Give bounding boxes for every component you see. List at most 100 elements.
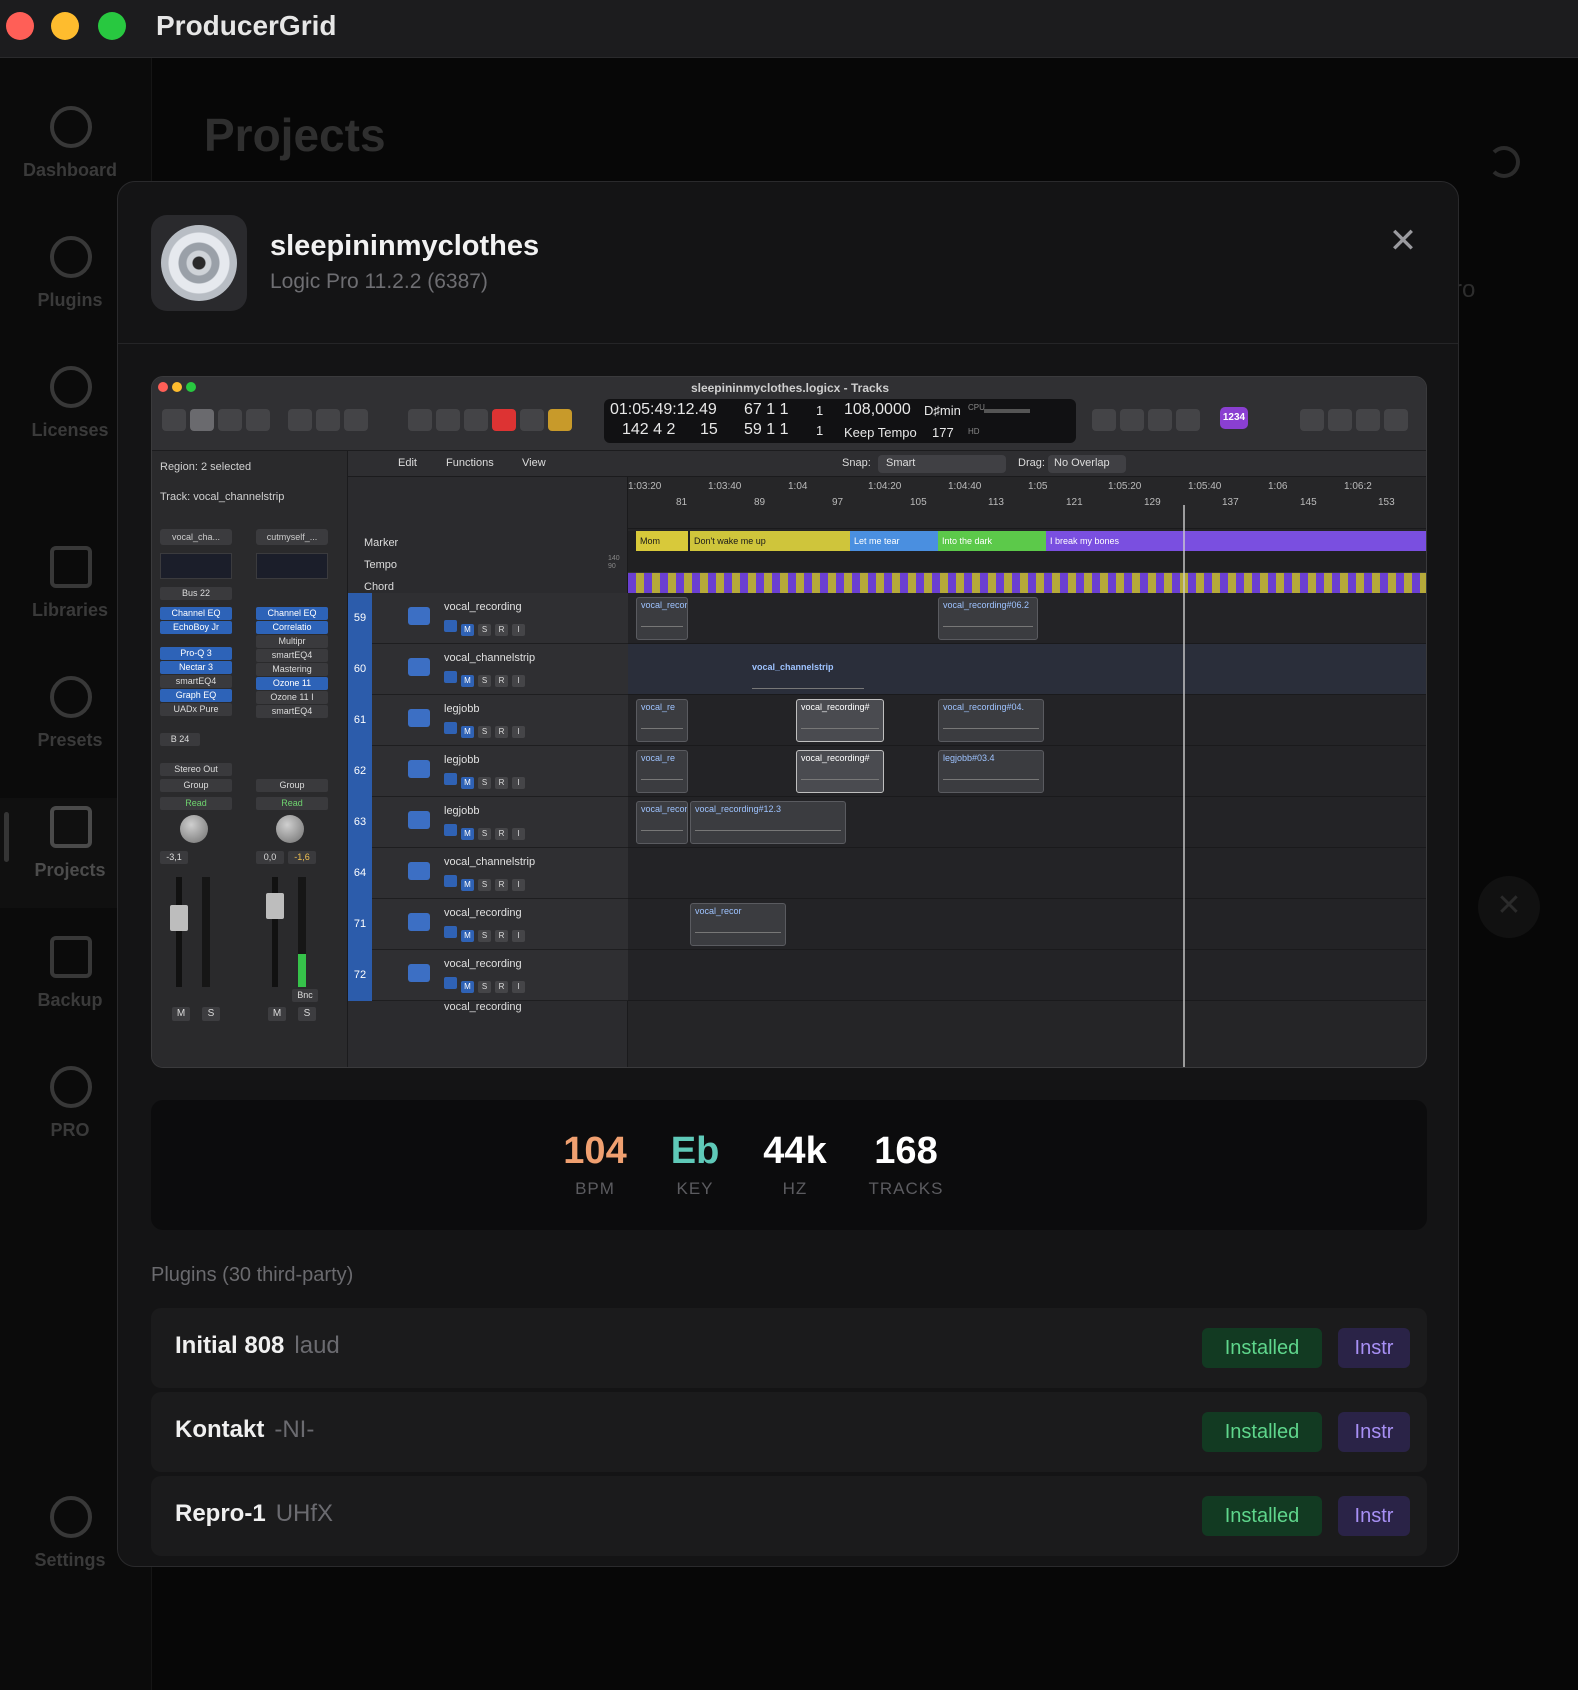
mute-button[interactable]: M	[461, 726, 474, 738]
track-name: legjobb	[444, 703, 480, 715]
track-lane: vocal_recor vocal_recording#12.3	[628, 797, 1426, 848]
mute-button[interactable]: M	[461, 624, 474, 636]
record-button[interactable]: R	[495, 777, 508, 789]
track-header[interactable]: 64 vocal_channelstrip M S R I	[348, 848, 628, 899]
record-button[interactable]: R	[495, 675, 508, 687]
track-lane: vocal_recor vocal_recording#06.2	[628, 593, 1426, 644]
stat-value: 168	[874, 1130, 938, 1172]
waveform-icon	[408, 913, 430, 931]
input-button[interactable]: I	[512, 624, 525, 636]
track-name: vocal_recording	[444, 907, 522, 919]
channel-strip-1: vocal_cha... Bus 22 Channel EQ EchoBoy J…	[152, 525, 240, 1067]
solo-button[interactable]: S	[478, 675, 491, 687]
mute-button[interactable]: M	[461, 777, 474, 789]
lcd-key: D♯min	[924, 403, 961, 418]
logic-window-title: sleepininmyclothes.logicx - Tracks	[690, 381, 890, 395]
plugin-slot: smartEQ4	[256, 649, 328, 662]
plugin-row[interactable]: Kontakt -NI- Installed Instr	[151, 1392, 1427, 1472]
playhead	[1183, 505, 1185, 1067]
input-button[interactable]: I	[512, 675, 525, 687]
power-icon	[444, 671, 457, 683]
track-buttons: MSRI	[444, 670, 529, 688]
record-button[interactable]: R	[495, 726, 508, 738]
power-icon	[444, 773, 457, 785]
project-detail-modal: sleepininmyclothes Logic Pro 11.2.2 (638…	[117, 181, 1459, 1567]
input-button[interactable]: I	[512, 930, 525, 942]
lcd-division: 177	[932, 425, 954, 440]
close-icon[interactable]: ✕	[1384, 222, 1422, 260]
solo-button[interactable]: S	[478, 726, 491, 738]
minimize-window-button[interactable]	[51, 12, 79, 40]
solo-button[interactable]: S	[478, 930, 491, 942]
title-bar: ProducerGrid	[0, 0, 1578, 58]
solo-button[interactable]: S	[478, 879, 491, 891]
audio-region: vocal_recording#	[796, 699, 884, 742]
solo-button[interactable]: S	[478, 624, 491, 636]
input-button[interactable]: I	[512, 828, 525, 840]
stat-hz: 44k HZ	[747, 1130, 843, 1199]
eq-thumbnail	[256, 553, 328, 579]
track-header[interactable]: 63 legjobb M S R I	[348, 797, 628, 848]
record-button[interactable]: R	[495, 624, 508, 636]
audio-region: vocal_re	[636, 750, 688, 793]
solo-button[interactable]: S	[478, 777, 491, 789]
track-header[interactable]: 60 vocal_channelstrip M S R I	[348, 644, 628, 695]
mute-button[interactable]: M	[461, 930, 474, 942]
close-window-button[interactable]	[6, 12, 34, 40]
plugin-slot: Ozone 11 I	[256, 691, 328, 704]
project-screenshot: sleepininmyclothes.logicx - Tracks 01:05…	[151, 376, 1427, 1068]
track-header[interactable]: 61 legjobb M S R I	[348, 695, 628, 746]
plugin-row[interactable]: Repro-1 UHfX Installed Instr	[151, 1476, 1427, 1556]
chord-lane	[628, 573, 1426, 593]
solo-button[interactable]: S	[478, 981, 491, 993]
input-button[interactable]: I	[512, 777, 525, 789]
play-icon	[464, 409, 488, 431]
mixer-icon	[316, 409, 340, 431]
key-icon	[50, 366, 92, 408]
waveform-icon	[408, 811, 430, 829]
notes-icon	[1328, 409, 1352, 431]
functions-menu: Functions	[446, 457, 494, 469]
lcd-display: 01:05:49:12.49 67 1 1 1 142 4 2 15 59 1 …	[604, 399, 1076, 443]
record-button[interactable]: R	[495, 930, 508, 942]
track-lane: vocal_recor	[628, 899, 1426, 950]
waveform-icon	[408, 709, 430, 727]
track-header[interactable]: 72 vocal_recording M S R I	[348, 950, 628, 1001]
drive-icon	[50, 936, 92, 978]
plugin-slot: Graph EQ	[160, 689, 232, 702]
plugin-row[interactable]: Initial 808 laud Installed Instr	[151, 1308, 1427, 1388]
mute-button[interactable]: M	[461, 828, 474, 840]
track-number: 63	[348, 797, 372, 848]
stat-tracks: 168 TRACKS	[851, 1130, 961, 1199]
pan-knob	[180, 815, 208, 843]
refresh-icon[interactable]	[1488, 146, 1520, 178]
record-button[interactable]: R	[495, 828, 508, 840]
record-button[interactable]: R	[495, 879, 508, 891]
track-header[interactable]: 71 vocal_recording M S R I	[348, 899, 628, 950]
input-button[interactable]: I	[512, 981, 525, 993]
inspector-track: Track: vocal_channelstrip	[160, 491, 285, 503]
track-lane: vocal_re vocal_recording# legjobb#03.4	[628, 746, 1426, 797]
input-button[interactable]: I	[512, 879, 525, 891]
mute-button[interactable]: M	[461, 879, 474, 891]
group-slot: Group	[160, 779, 232, 792]
plugin-type-badge: Instr	[1338, 1328, 1410, 1368]
mute-button[interactable]: M	[461, 675, 474, 687]
track-header[interactable]: 62 legjobb M S R I	[348, 746, 628, 797]
plugin-vendor: UHfX	[275, 1500, 334, 1527]
level-meter	[202, 877, 210, 987]
bounce-slot: Bnc	[292, 989, 318, 1002]
folder-icon	[50, 546, 92, 588]
record-button[interactable]: R	[495, 981, 508, 993]
input-button[interactable]: I	[512, 726, 525, 738]
drag-value: No Overlap	[1054, 457, 1110, 469]
eq-thumbnail	[160, 553, 232, 579]
solo-button[interactable]: S	[478, 828, 491, 840]
lcd-sub-bottom: 15	[700, 421, 718, 438]
ruler-time: 1:04	[788, 481, 808, 492]
marker-lane: Mom Don't wake me up Let me tear Into th…	[628, 531, 1426, 551]
mute-button[interactable]: M	[461, 981, 474, 993]
track-header[interactable]: 59 vocal_recording M S R I	[348, 593, 628, 644]
zoom-window-button[interactable]	[98, 12, 126, 40]
background-close-icon: ✕	[1478, 876, 1540, 938]
